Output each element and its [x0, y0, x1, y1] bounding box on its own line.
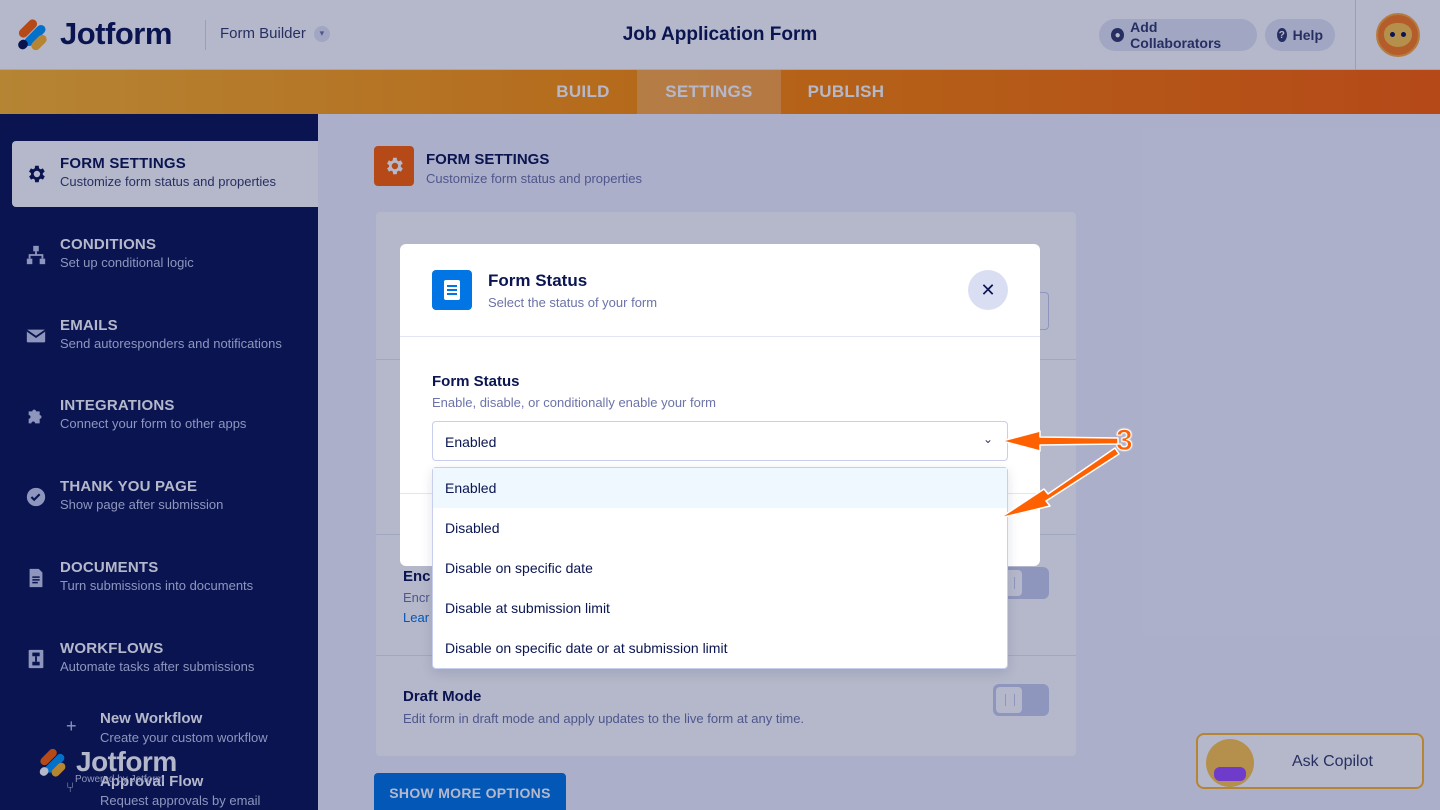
option-disable-on-date[interactable]: Disable on specific date — [433, 548, 1007, 588]
form-status-description: Enable, disable, or conditionally enable… — [432, 395, 717, 410]
modal-title: Form Status — [488, 271, 588, 290]
close-button[interactable]: ✕ — [968, 270, 1008, 310]
option-disabled[interactable]: Disabled — [433, 508, 1007, 548]
chevron-down-icon: ⌄ — [982, 432, 993, 446]
option-disable-at-limit[interactable]: Disable at submission limit — [433, 588, 1007, 628]
step-number: 3 — [1116, 424, 1134, 458]
form-status-options: Enabled Disabled Disable on specific dat… — [432, 467, 1008, 669]
form-status-select[interactable]: Enabled ⌄ — [432, 421, 1008, 461]
option-disable-date-or-limit[interactable]: Disable on specific date or at submissio… — [433, 628, 1007, 668]
modal-subtitle: Select the status of your form — [488, 295, 658, 310]
option-enabled[interactable]: Enabled — [433, 468, 1007, 508]
modal-header: Form Status Select the status of your fo… — [400, 244, 1040, 337]
form-status-label: Form Status — [432, 373, 520, 390]
close-icon: ✕ — [980, 279, 996, 300]
document-icon — [432, 270, 472, 310]
selected-value: Enabled — [445, 434, 497, 450]
